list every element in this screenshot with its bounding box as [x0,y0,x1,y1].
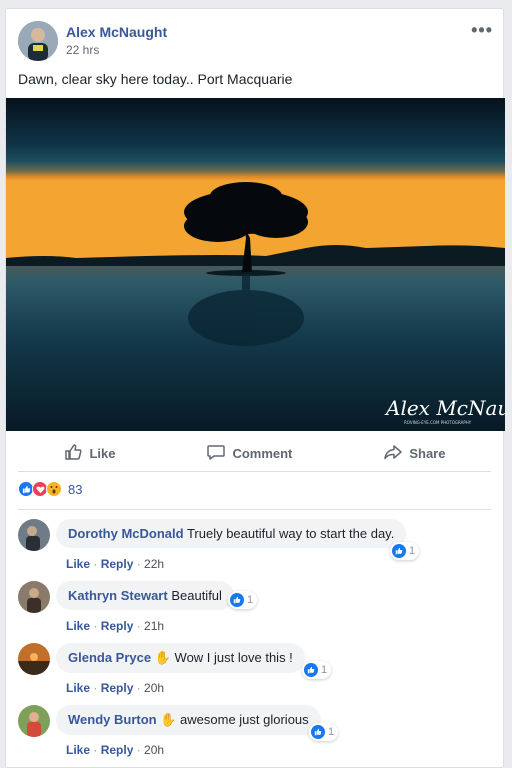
comment-bubble: Dorothy McDonald Truely beautiful way to… [56,519,407,548]
wow-reaction-icon [46,481,62,497]
comment-label: Comment [232,445,293,461]
comment-time[interactable]: 21h [144,619,164,633]
divider [18,471,491,472]
comment-text: Beautiful [171,588,222,603]
commenter-name[interactable]: Wendy Burton [68,712,157,727]
comment-reply-link[interactable]: Reply [101,557,134,571]
post-actions: Like Comment Share [18,434,491,472]
like-reaction-icon [230,593,244,607]
comment-bubble: Wendy Burton ✋ awesome just glorious [56,705,321,735]
like-label: Like [89,445,116,461]
comment-reply-link[interactable]: Reply [101,743,134,757]
commenter-avatar[interactable] [18,581,50,613]
wave-hand-icon: ✋ [160,712,177,727]
author-name[interactable]: Alex McNaught [66,24,167,40]
post-card: Alex McNaught 22 hrs ••• Dawn, clear sky… [5,8,505,768]
comment-reaction-count: 1 [321,664,328,676]
comment-meta: Like · Reply · 21h [66,619,165,633]
comment-time[interactable]: 20h [144,743,164,757]
watermark-subtitle: ROVING-EYE.COM PHOTOGRAPHY [404,420,472,425]
comment-like-link[interactable]: Like [66,681,90,695]
share-button[interactable]: Share [383,442,445,465]
comment-reaction-count: 1 [247,594,254,606]
comment-time[interactable]: 20h [144,681,164,695]
comment-text: Wow I just love this ! [174,650,293,665]
comment-reaction-count: 1 [328,726,335,738]
comment-reaction-badge[interactable]: 1 [302,661,332,679]
more-options-icon[interactable]: ••• [471,20,493,41]
wave-hand-icon: ✋ [154,650,171,665]
comment-meta: Like · Reply · 20h [66,743,165,757]
commenter-name[interactable]: Glenda Pryce [68,650,151,665]
like-reaction-icon [311,725,325,739]
comment-meta: Like · Reply · 22h [66,557,165,571]
commenter-avatar[interactable] [18,705,50,737]
post-photo[interactable]: Alex McNaught ROVING-EYE.COM PHOTOGRAPHY [6,98,505,431]
share-label: Share [409,445,446,461]
comment-time[interactable]: 22h [144,557,164,571]
comment-button[interactable]: Comment [206,442,292,465]
commenter-name[interactable]: Dorothy McDonald [68,526,184,541]
comment-like-link[interactable]: Like [66,619,90,633]
author-avatar[interactable] [18,21,58,61]
post-caption: Dawn, clear sky here today.. Port Macqua… [18,71,293,87]
comment-reaction-badge[interactable]: 1 [228,591,258,609]
like-button[interactable]: Like [63,442,115,465]
like-reaction-icon [392,544,406,558]
share-arrow-icon [383,442,403,465]
commenter-avatar[interactable] [18,519,50,551]
reaction-summary[interactable]: 83 [18,481,82,497]
watermark-signature: Alex McNaught [384,396,505,420]
thumbs-up-icon [63,442,83,465]
divider [18,509,491,510]
like-reaction-icon [304,663,318,677]
comment-reply-link[interactable]: Reply [101,681,134,695]
comment-reaction-badge[interactable]: 1 [390,542,420,560]
comment-reaction-count: 1 [409,545,416,557]
comment-text: awesome just glorious [180,712,309,727]
comment-text: Truely beautiful way to start the day. [186,526,395,541]
comment-icon [206,442,226,465]
comment-meta: Like · Reply · 20h [66,681,165,695]
comment-reply-link[interactable]: Reply [101,619,134,633]
post-timestamp[interactable]: 22 hrs [66,43,99,57]
comment-reaction-badge[interactable]: 1 [309,723,339,741]
commenter-name[interactable]: Kathryn Stewart [68,588,168,603]
comment-like-link[interactable]: Like [66,743,90,757]
comment-bubble: Glenda Pryce ✋ Wow I just love this ! [56,643,305,673]
comment-like-link[interactable]: Like [66,557,90,571]
comment-bubble: Kathryn Stewart Beautiful [56,581,234,610]
reaction-count[interactable]: 83 [68,482,82,497]
post-header: Alex McNaught 22 hrs ••• [6,9,503,71]
commenter-avatar[interactable] [18,643,50,675]
